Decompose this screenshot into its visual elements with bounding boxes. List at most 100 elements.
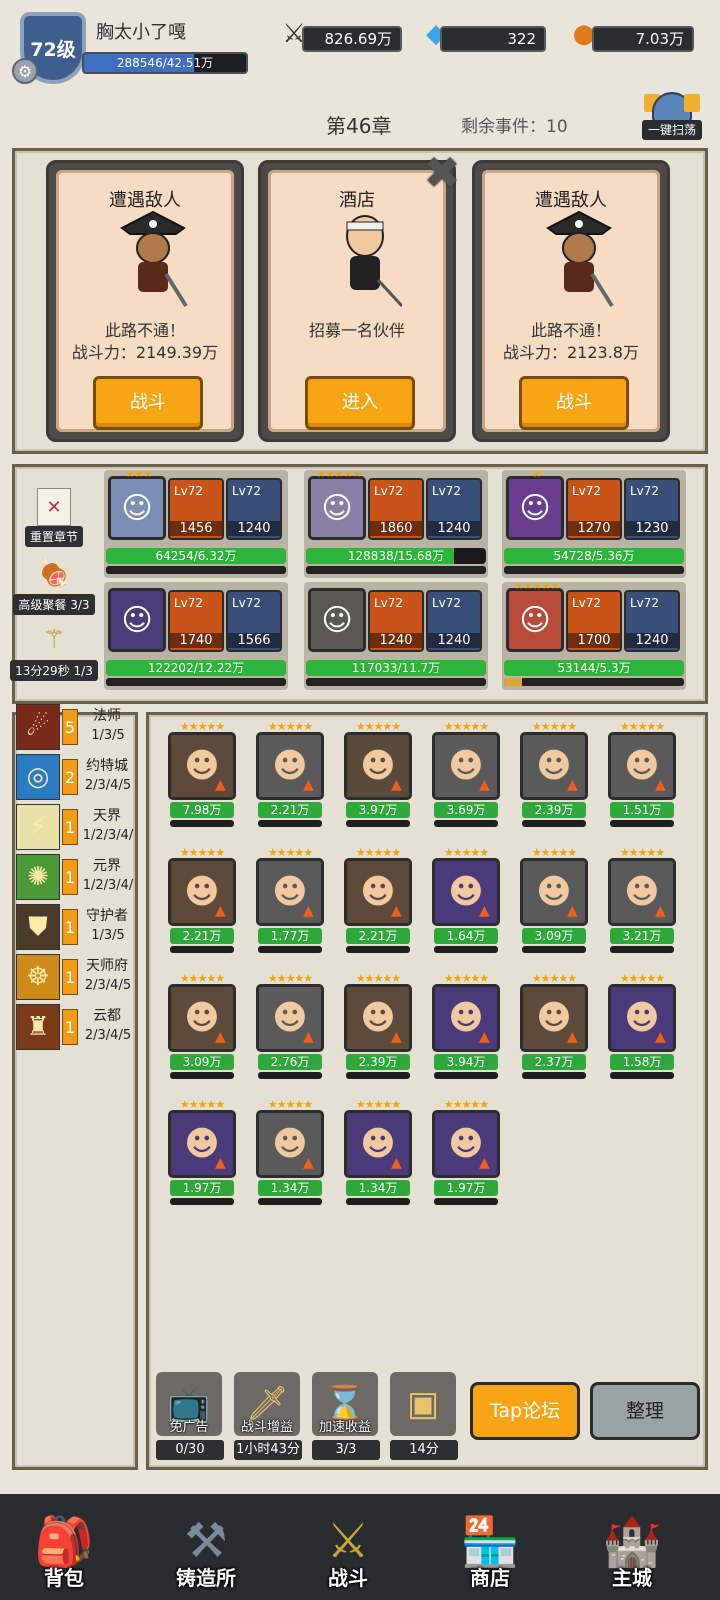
- faction-row[interactable]: ⛊ 1 守护者 1/3/5: [16, 904, 132, 950]
- equip-value: 1230: [626, 521, 678, 536]
- hero-portrait: ☻ ▲: [256, 1110, 324, 1178]
- nav-crossed-swords[interactable]: ⚔ 战斗: [298, 1506, 398, 1592]
- faction-row[interactable]: ☄ 5 法师 1/3/5: [16, 704, 132, 750]
- hero-avatar[interactable]: ★★★ ☺: [108, 469, 166, 540]
- fight-button[interactable]: 战斗: [519, 376, 629, 430]
- hero-portrait: ☻ ▲: [432, 984, 500, 1052]
- roster-hero-card[interactable]: ★★★★★ ☻ ▲ 3.21万: [606, 846, 678, 958]
- reset-chapter-button[interactable]: ✕ 重置章节: [10, 488, 98, 547]
- roster-hero-card[interactable]: ★★★★★ ☻ ▲ 1.34万: [254, 1098, 326, 1210]
- roster-hero-card[interactable]: ★★★★★ ☻ ▲ 2.76万: [254, 972, 326, 1084]
- demon-hero: ☺: [121, 602, 153, 638]
- hp-bar: 64254/6.32万: [106, 548, 286, 564]
- tool-button[interactable]: ▣ 14分: [390, 1372, 458, 1464]
- roster-hero-card[interactable]: ★★★★★ ☻ ▲ 3.69万: [430, 720, 502, 832]
- roster-hero-card[interactable]: ★★★★★ ☻ ▲ 1.58万: [606, 972, 678, 1084]
- weapon-slot[interactable]: Lv72 1456: [168, 478, 224, 540]
- roster-hero-card[interactable]: ★★★★★ ☻ ▲ 3.94万: [430, 972, 502, 1084]
- roster-hero-card[interactable]: ★★★★★ ☻ ▲ 7.98万: [166, 720, 238, 832]
- nature-icon: ✺: [16, 854, 60, 900]
- roster-hero-card[interactable]: ★★★★★ ☻ ▲ 1.97万: [430, 1098, 502, 1210]
- hero-avatar[interactable]: ☺: [308, 588, 366, 652]
- roster-hero-card[interactable]: ★★★★★ ☻ ▲ 3.09万: [166, 972, 238, 1084]
- staff-timer-button[interactable]: ⚚ 13分29秒 1/3: [10, 620, 98, 681]
- weapon-slot[interactable]: Lv72 1740: [168, 590, 224, 652]
- weapon-slot[interactable]: Lv72 1270: [566, 478, 622, 540]
- roster-hero-card[interactable]: ★★★★★ ☻ ▲ 1.77万: [254, 846, 326, 958]
- roster-hero-card[interactable]: ★★★★★ ☻ ▲ 1.34万: [342, 1098, 414, 1210]
- event-title: 遭遇敌人: [109, 190, 181, 211]
- armor-slot[interactable]: Lv72 1240: [426, 590, 482, 652]
- event-title: 遭遇敌人: [535, 190, 607, 211]
- pirate-captain-figure: [116, 210, 190, 310]
- faction-name: 天师府: [86, 958, 128, 974]
- tool-button[interactable]: 🗡 战斗增益 1小时43分: [234, 1372, 302, 1464]
- equip-level: Lv72: [630, 596, 660, 610]
- hero-portrait: ☻ ▲: [344, 858, 412, 926]
- equip-value: 1566: [228, 633, 280, 648]
- roster-hero-card[interactable]: ★★★★★ ☻ ▲ 3.97万: [342, 720, 414, 832]
- roster-hero-card[interactable]: ★★★★★ ☻ ▲ 2.21万: [166, 846, 238, 958]
- roster-hero-card[interactable]: ★★★★★ ☻ ▲ 1.51万: [606, 720, 678, 832]
- upgrade-arrow-icon: ▲: [303, 1155, 314, 1171]
- hero-progress-bar: [522, 820, 586, 827]
- white-hair-hero: ☺: [321, 490, 353, 526]
- hp-text: 117033/11.7万: [351, 661, 441, 675]
- nav-anvil[interactable]: ⚒ 铸造所: [156, 1506, 256, 1592]
- weapon-slot[interactable]: Lv72 1700: [566, 590, 622, 652]
- armor-slot[interactable]: Lv72 1240: [426, 478, 482, 540]
- faction-row[interactable]: ⚡ 1 天界 1/2/3/4/: [16, 804, 133, 850]
- faction-row[interactable]: ☸ 1 天师府 2/3/4/5: [16, 954, 132, 1000]
- event-card-body: 遭遇敌人 此路不通！ 战斗力：2149.39万 战斗: [56, 170, 234, 432]
- enter-button[interactable]: 进入: [305, 376, 415, 430]
- close-event-icon[interactable]: ✖: [420, 152, 464, 196]
- tool-button[interactable]: ⌛ 加速收益 3/3: [312, 1372, 380, 1464]
- faction-row[interactable]: ✺ 1 元界 1/2/3/4/: [16, 854, 133, 900]
- roster-hero-card[interactable]: ★★★★★ ☻ ▲ 3.09万: [518, 846, 590, 958]
- hero-avatar[interactable]: ★★★★★ ☺: [506, 581, 564, 652]
- nav-shop[interactable]: 🏪 商店: [440, 1506, 540, 1592]
- upgrade-arrow-icon: ▲: [655, 903, 666, 919]
- hp-bar: 117033/11.7万: [306, 660, 486, 676]
- roster-hero-card[interactable]: ★★★★★ ☻ ▲ 2.21万: [254, 720, 326, 832]
- tap-forum-button[interactable]: Tap论坛: [470, 1382, 580, 1440]
- upgrade-arrow-icon: ▲: [479, 903, 490, 919]
- hero-power: 1.77万: [258, 928, 322, 944]
- event-desc-line2: 战斗力：2123.8万: [503, 343, 639, 362]
- armor-slot[interactable]: Lv72 1230: [624, 478, 680, 540]
- faction-row[interactable]: ♜ 1 云都 2/3/4/5: [16, 1004, 132, 1050]
- upgrade-arrow-icon: ▲: [215, 903, 226, 919]
- roster-hero-card[interactable]: ★★★★★ ☻ ▲ 1.97万: [166, 1098, 238, 1210]
- fight-button[interactable]: 战斗: [93, 376, 203, 430]
- upgrade-arrow-icon: ▲: [567, 777, 578, 793]
- tool-button[interactable]: 📺 免广告 0/30: [156, 1372, 224, 1464]
- armor-slot[interactable]: Lv72 1240: [226, 478, 282, 540]
- faction-row[interactable]: ◎ 2 约特城 2/3/4/5: [16, 754, 132, 800]
- hero-avatar[interactable]: ☺: [108, 588, 166, 652]
- nav-castle[interactable]: 🏰 主城: [582, 1506, 682, 1592]
- organize-button[interactable]: 整理: [590, 1382, 700, 1440]
- roster-hero-card[interactable]: ★★★★★ ☻ ▲ 2.21万: [342, 846, 414, 958]
- event-card: 遭遇敌人 此路不通！ 战斗力：2149.39万 战斗: [46, 160, 244, 442]
- armor-slot[interactable]: Lv72 1240: [624, 590, 680, 652]
- weapon-slot[interactable]: Lv72 1860: [368, 478, 424, 540]
- roster-hero-card[interactable]: ★★★★★ ☻ ▲ 2.37万: [518, 972, 590, 1084]
- hero-avatar[interactable]: ★★★★★ ☺: [308, 469, 366, 540]
- nav-backpack[interactable]: 🎒 背包: [14, 1506, 114, 1592]
- roster-hero-card[interactable]: ★★★★★ ☻ ▲ 2.39万: [518, 720, 590, 832]
- hero-avatar[interactable]: ★ ☺: [506, 469, 564, 540]
- weapon-slot[interactable]: Lv72 1240: [368, 590, 424, 652]
- sweep-button[interactable]: 一键扫荡: [642, 92, 702, 140]
- roster-hero-card[interactable]: ★★★★★ ☻ ▲ 2.39万: [342, 972, 414, 1084]
- roster-hero-card[interactable]: ★★★★★ ☻ ▲ 1.64万: [430, 846, 502, 958]
- hero-stars: ★★★: [125, 469, 153, 480]
- hero-power: 1.34万: [346, 1180, 410, 1196]
- energy-bar: [306, 678, 486, 686]
- upgrade-arrow-icon: ▲: [391, 777, 402, 793]
- vortex-icon: ◎: [16, 754, 60, 800]
- armor-slot[interactable]: Lv72 1566: [226, 590, 282, 652]
- feast-button[interactable]: 🍖 高级聚餐 3/3: [10, 554, 98, 615]
- hero-progress-bar: [346, 1198, 410, 1205]
- hero-progress-bar: [610, 1072, 674, 1079]
- settings-gear-icon[interactable]: ⚙: [12, 58, 38, 84]
